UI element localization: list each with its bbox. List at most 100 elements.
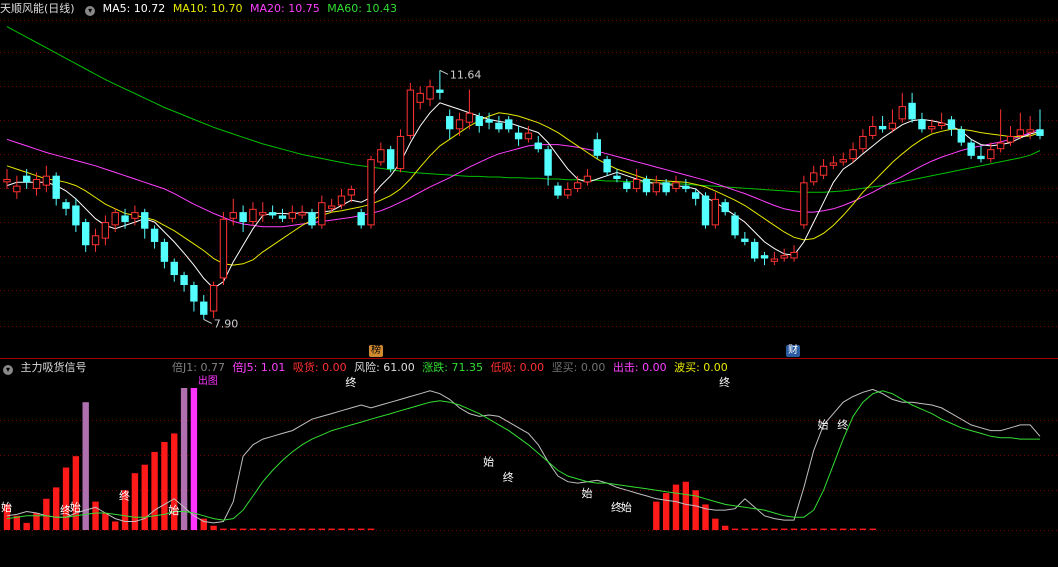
candle-down (760, 255, 769, 259)
signal-bar (662, 493, 670, 530)
signal-bar (781, 528, 788, 530)
candle-up (209, 285, 218, 312)
candle-up (288, 212, 296, 219)
high-label: 11.64 (450, 68, 482, 81)
ma10-value: MA10: 10.70 (172, 2, 243, 15)
bj5-value: 倍J5: 1.01 (232, 361, 286, 374)
signal-bar (318, 528, 326, 530)
signal-bar (820, 528, 827, 530)
indicator-title: 主力吸货信号 (20, 361, 87, 374)
candle-up (790, 251, 798, 259)
bj1-value: 倍J1: 0.77 (172, 361, 225, 374)
settings-dot-icon[interactable]: ▾ (3, 365, 13, 375)
signal-label: 始 (70, 500, 81, 514)
signal-bar (259, 528, 266, 530)
candle-up (524, 132, 533, 140)
candle-up (3, 179, 11, 183)
signal-bar (348, 528, 355, 530)
candle-up (780, 255, 788, 259)
cai-badge[interactable]: 财 (786, 345, 800, 357)
candle-up (396, 135, 405, 170)
candle-down (446, 116, 454, 130)
signal-bar (810, 528, 817, 530)
bang-badge[interactable]: 榜 (369, 345, 383, 357)
candle-up (101, 222, 110, 239)
signal-bar (771, 528, 778, 530)
jianmai-value: 坚买: 0.00 (551, 361, 606, 374)
signal-bar (112, 521, 119, 530)
signal-bar (357, 528, 365, 530)
dixi-value: 低吸: 0.00 (490, 361, 545, 374)
candle-up (928, 126, 936, 130)
candle-down (495, 122, 503, 130)
signal-bar (869, 528, 876, 530)
candle-down (22, 175, 31, 183)
signal-bar (43, 498, 50, 530)
candle-down (357, 212, 365, 226)
candle-down (170, 261, 178, 276)
candle-up (131, 212, 139, 219)
signal-bar (731, 528, 739, 530)
candle-up (42, 175, 51, 186)
candle-up (898, 106, 906, 120)
signal-bar (761, 528, 768, 530)
signal-bar (269, 528, 276, 530)
candle-down (239, 212, 247, 223)
candle-up (259, 212, 267, 216)
candle-up (583, 175, 592, 183)
signal-bar (102, 512, 109, 530)
candle-up (229, 212, 237, 219)
candle-up (888, 122, 897, 130)
signal-label: 终 (503, 470, 514, 484)
signal-bar (840, 528, 847, 530)
candle-down (72, 205, 80, 226)
chart-canvas: 始终始终始终始终始终始终始 终出图 11.64 7.90 (0, 20, 1058, 531)
settings-dot-icon[interactable]: ▾ (85, 6, 96, 16)
candle-up (849, 149, 857, 160)
candle-down (544, 149, 552, 176)
ma60-value: MA60: 10.43 (327, 2, 397, 15)
candle-down (751, 241, 759, 259)
candle-down (662, 182, 670, 193)
candle-down (475, 116, 483, 126)
signal-label: 始 (168, 503, 179, 517)
candle-up (573, 182, 582, 189)
candle-down (623, 182, 631, 189)
candle-down (721, 202, 729, 213)
signal-bar (682, 481, 690, 530)
signal-bar (249, 528, 257, 530)
signal-bar (712, 518, 719, 530)
candle-down (947, 119, 956, 130)
ma5-value: MA5: 10.72 (102, 2, 166, 15)
candle-up (32, 179, 41, 189)
candle-down (200, 301, 208, 315)
candle-down (691, 192, 700, 199)
candle-down (967, 142, 975, 156)
candle-up (810, 172, 818, 183)
signal-bar (338, 528, 345, 530)
candle-down (180, 275, 188, 285)
candle-up (249, 208, 257, 223)
candle-down (957, 129, 965, 143)
candle-down (190, 285, 198, 302)
signal-bar (92, 501, 99, 530)
candle-down (160, 241, 169, 262)
candle-down (505, 119, 513, 130)
signal-label: 始 (818, 418, 829, 432)
ma60-line (6, 26, 1041, 193)
candle-down (878, 126, 887, 130)
candle-up (406, 89, 415, 136)
signal-bar (328, 528, 335, 530)
candle-down (121, 215, 129, 223)
grid-lines (0, 20, 1058, 531)
candle-up (347, 188, 356, 196)
signal-bar (151, 451, 158, 530)
high-pointer (439, 69, 449, 75)
ma60-series (6, 26, 1041, 193)
candle-down (278, 215, 287, 219)
signal-bar (741, 528, 749, 530)
candle-up (327, 205, 336, 209)
candle-down (52, 175, 60, 199)
signal-bar (220, 528, 227, 530)
candle-up (337, 195, 346, 206)
